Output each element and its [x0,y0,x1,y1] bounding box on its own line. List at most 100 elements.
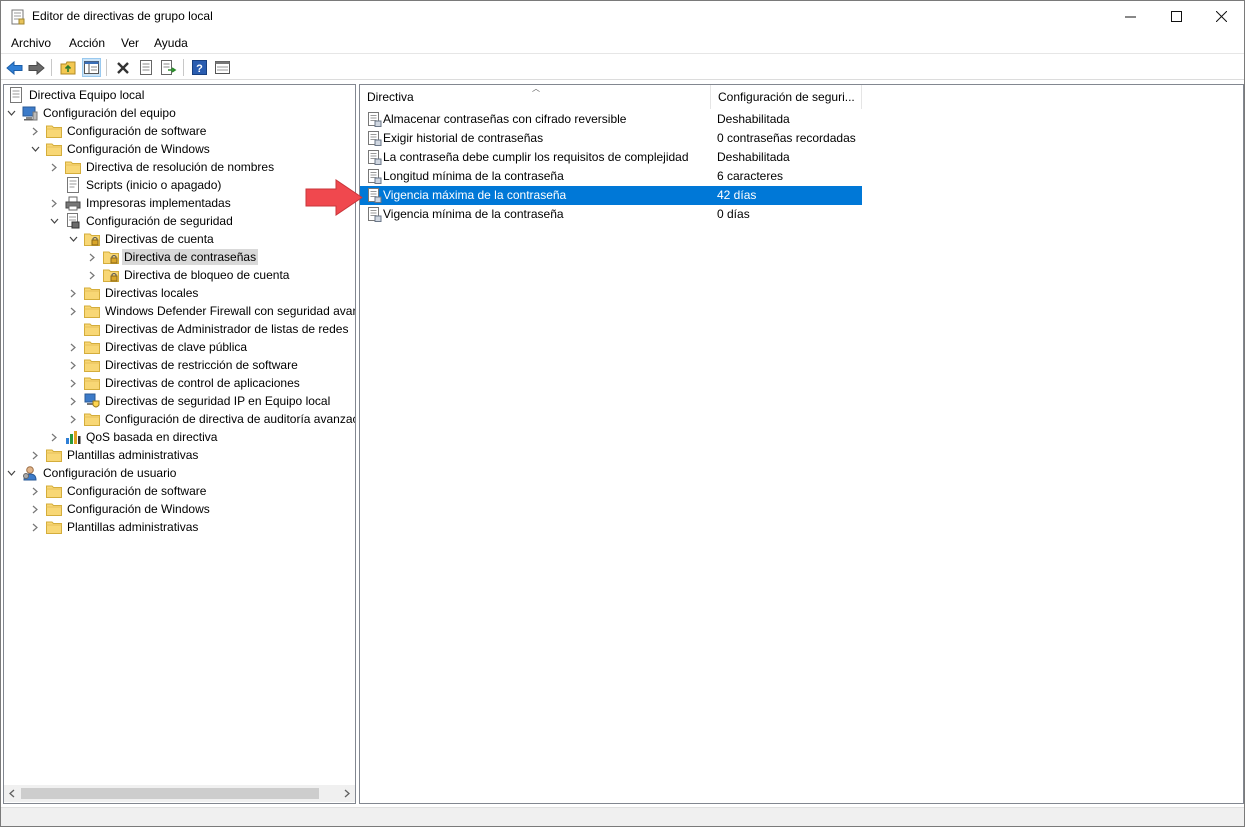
mmc-view-icon [215,61,230,74]
policy-row[interactable]: Vigencia mínima de la contraseña 0 días [360,205,862,224]
collapsed-chevron-icon[interactable] [28,518,42,536]
expanded-chevron-icon[interactable] [4,464,18,482]
close-button[interactable] [1198,1,1244,32]
title-bar[interactable]: Editor de directivas de grupo local [1,1,1244,32]
tree-item-label: Configuración de software [67,484,207,498]
folder-icon [65,159,81,175]
column-configuracion-label: Configuración de seguri... [718,90,855,104]
properties-button[interactable] [136,58,155,77]
minimize-button[interactable] [1107,1,1153,32]
mmc-view-button[interactable] [213,58,232,77]
expanded-chevron-icon[interactable] [66,230,80,248]
help-button[interactable]: ? [190,58,209,77]
tree-item[interactable]: Plantillas administrativas [28,518,200,536]
tree-item[interactable]: Impresoras implementadas [47,194,233,212]
column-header-configuracion[interactable]: Configuración de seguri... [711,85,862,109]
collapsed-chevron-icon[interactable] [28,500,42,518]
menu-ver[interactable]: Ver [121,36,139,50]
tree-item[interactable]: Configuración de usuario [4,464,178,482]
tree-item[interactable]: Scripts (inicio o apagado) [47,176,223,194]
folder-icon [84,411,100,427]
tree-item[interactable]: Directivas de Administrador de listas de… [66,320,350,338]
folder-icon [84,321,100,337]
policy-row[interactable]: Vigencia máxima de la contraseña 42 días [360,186,862,205]
tree-item[interactable]: Directiva de bloqueo de cuenta [85,266,291,284]
collapsed-chevron-icon[interactable] [47,194,61,212]
user-icon [22,465,38,481]
tree-item[interactable]: Configuración de directiva de auditoría … [66,410,355,428]
menu-archivo[interactable]: Archivo [11,36,51,50]
policy-setting-icon [367,150,382,165]
tree-item[interactable]: Configuración de Windows [28,500,212,518]
collapsed-chevron-icon[interactable] [28,482,42,500]
column-header-directiva[interactable]: Directiva ︿ [360,85,711,109]
forward-icon [28,60,45,75]
menu-accion[interactable]: Acción [69,36,105,50]
collapsed-chevron-icon[interactable] [66,374,80,392]
collapsed-chevron-icon[interactable] [66,392,80,410]
export-list-button[interactable] [159,58,178,77]
tree-item[interactable]: Directivas de restricción de software [66,356,300,374]
scroll-right-icon[interactable] [342,789,351,798]
tree-item[interactable]: Directiva de resolución de nombres [47,158,276,176]
collapsed-chevron-icon[interactable] [66,284,80,302]
collapsed-chevron-icon[interactable] [85,248,99,266]
expanded-chevron-icon[interactable] [47,212,61,230]
tree-item[interactable]: Directivas de control de aplicaciones [66,374,302,392]
tree-item[interactable]: Configuración de software [28,482,208,500]
policy-row[interactable]: Exigir historial de contraseñas 0 contras… [360,129,862,148]
delete-button[interactable] [113,58,132,77]
no-toggle [47,176,61,194]
policy-name: Exigir historial de contraseñas [383,131,544,145]
tree-item[interactable]: Directivas de seguridad IP en Equipo loc… [66,392,332,410]
maximize-button[interactable] [1153,1,1199,32]
details-pane[interactable]: Directiva ︿ Configuración de seguri... A… [359,84,1244,804]
expanded-chevron-icon[interactable] [28,140,42,158]
policy-row[interactable]: La contraseña debe cumplir los requisito… [360,148,862,167]
tree-item[interactable]: Directivas de clave pública [66,338,249,356]
minimize-icon [1124,16,1136,18]
policy-setting-icon [367,169,382,184]
collapsed-chevron-icon[interactable] [85,266,99,284]
tree-item[interactable]: QoS basada en directiva [47,428,219,446]
collapsed-chevron-icon[interactable] [28,446,42,464]
tree-item-label: Windows Defender Firewall con seguridad … [105,304,356,318]
tree-item[interactable]: Configuración de seguridad [47,212,235,230]
tree-item[interactable]: Directivas de cuenta [66,230,216,248]
tree-item-label: Directiva de bloqueo de cuenta [124,268,290,282]
tree-item[interactable]: Configuración de Windows [28,140,212,158]
collapsed-chevron-icon[interactable] [66,410,80,428]
export-list-icon [160,60,176,75]
policy-row[interactable]: Almacenar contraseñas con cifrado revers… [360,110,862,129]
collapsed-chevron-icon[interactable] [47,428,61,446]
tree-horizontal-scrollbar[interactable] [4,785,355,802]
tree-item[interactable]: Directiva de contraseñas [85,248,259,266]
folder-icon [46,447,62,463]
qos-chart-icon [65,429,81,445]
tree-item[interactable]: Windows Defender Firewall con seguridad … [66,302,356,320]
console-tree-pane[interactable]: Directiva Equipo local Configuración del … [3,84,356,804]
show-hide-tree-button[interactable] [82,58,101,77]
collapsed-chevron-icon[interactable] [66,338,80,356]
expanded-chevron-icon[interactable] [4,104,18,122]
tree-item[interactable]: Configuración de software [28,122,208,140]
policy-setting-icon [367,188,382,203]
collapsed-chevron-icon[interactable] [28,122,42,140]
scroll-thumb[interactable] [21,788,319,799]
delete-icon [116,61,129,74]
policy-row[interactable]: Longitud mínima de la contraseña 6 caract… [360,167,862,186]
collapsed-chevron-icon[interactable] [47,158,61,176]
back-button[interactable] [5,58,24,77]
menu-ayuda[interactable]: Ayuda [154,36,188,50]
scroll-left-icon[interactable] [8,789,17,798]
tree-item[interactable]: Configuración del equipo [4,104,178,122]
collapsed-chevron-icon[interactable] [66,302,80,320]
forward-button[interactable] [27,58,46,77]
tree-item-label: Directivas de control de aplicaciones [105,376,300,390]
tree-item[interactable]: Directivas locales [66,284,200,302]
policy-editor-icon [11,9,25,25]
tree-item[interactable]: Plantillas administrativas [28,446,200,464]
tree-item[interactable]: Directiva Equipo local [4,86,146,104]
up-folder-button[interactable] [59,58,78,77]
collapsed-chevron-icon[interactable] [66,356,80,374]
